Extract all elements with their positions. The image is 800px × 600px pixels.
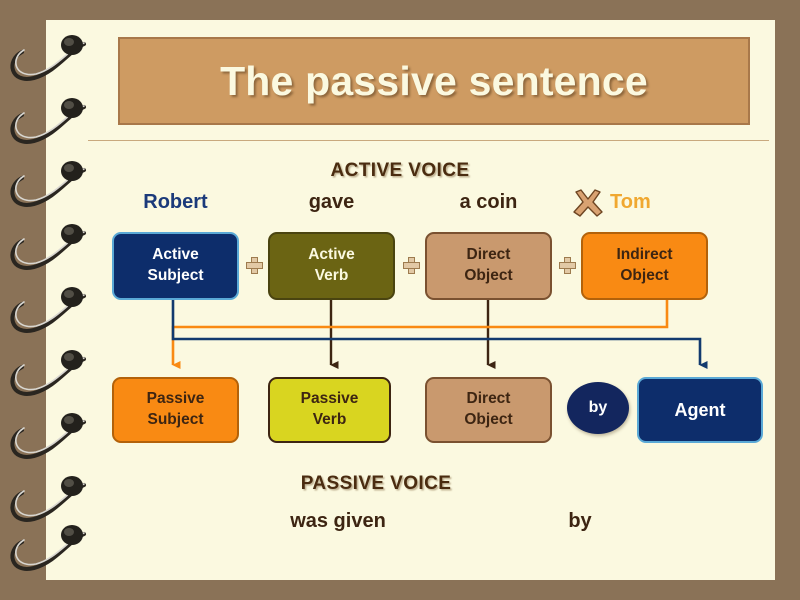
example-word-was-given: was given — [290, 510, 386, 532]
box-passive-subject-line2: Subject — [147, 411, 204, 428]
box-agent-line1: Agent — [674, 399, 726, 420]
box-passive-direct-object-line1: Direct — [466, 390, 511, 408]
box-passive-direct-object-line2: Object — [464, 411, 513, 428]
plus-icon-2 — [403, 257, 420, 274]
x-mark-icon — [573, 189, 603, 217]
box-passive-subject-line1: Passive — [146, 390, 205, 408]
title-divider — [88, 140, 769, 141]
example-word-by: by — [568, 510, 592, 532]
plus-icon-3 — [559, 257, 576, 274]
box-active-verb-line1: Active — [308, 246, 355, 264]
example-word-gave: gave — [308, 191, 355, 213]
box-passive-verb-line2: Verb — [312, 411, 347, 428]
example-word-tom: Tom — [610, 191, 651, 213]
box-active-subject-line2: Subject — [147, 267, 204, 284]
box-indirect-object[interactable]: Indirect Object — [581, 232, 708, 300]
box-active-verb-line2: Verb — [314, 267, 349, 284]
box-active-subject-line1: Active — [152, 246, 199, 264]
box-passive-subject[interactable]: Passive Subject — [112, 377, 239, 443]
box-active-verb[interactable]: Active Verb — [268, 232, 395, 300]
box-passive-direct-object[interactable]: Direct Object — [425, 377, 552, 443]
box-passive-verb[interactable]: Passive Verb — [268, 377, 391, 443]
page-title: The passive sentence — [220, 57, 648, 104]
box-agent[interactable]: Agent — [637, 377, 763, 443]
box-active-direct-object-line2: Object — [464, 267, 513, 284]
box-indirect-object-line2: Object — [620, 267, 669, 284]
example-word-robert: Robert — [143, 191, 208, 213]
box-indirect-object-line1: Indirect — [616, 246, 673, 264]
active-voice-heading: ACTIVE VOICE — [330, 160, 470, 181]
bubble-by[interactable]: by — [567, 382, 629, 434]
box-active-direct-object[interactable]: Direct Object — [425, 232, 552, 300]
example-word-a-coin: a coin — [459, 191, 518, 213]
slide-title-banner: The passive sentence — [118, 37, 750, 125]
passive-voice-heading: PASSIVE VOICE — [300, 473, 452, 494]
plus-icon-1 — [246, 257, 263, 274]
bubble-by-label: by — [588, 399, 608, 416]
box-active-direct-object-line1: Direct — [466, 246, 511, 264]
slide-canvas: The passive sentence ACTIVE VOICE PASSIV… — [0, 0, 800, 600]
box-passive-verb-line1: Passive — [300, 390, 359, 408]
box-active-subject[interactable]: Active Subject — [112, 232, 239, 300]
